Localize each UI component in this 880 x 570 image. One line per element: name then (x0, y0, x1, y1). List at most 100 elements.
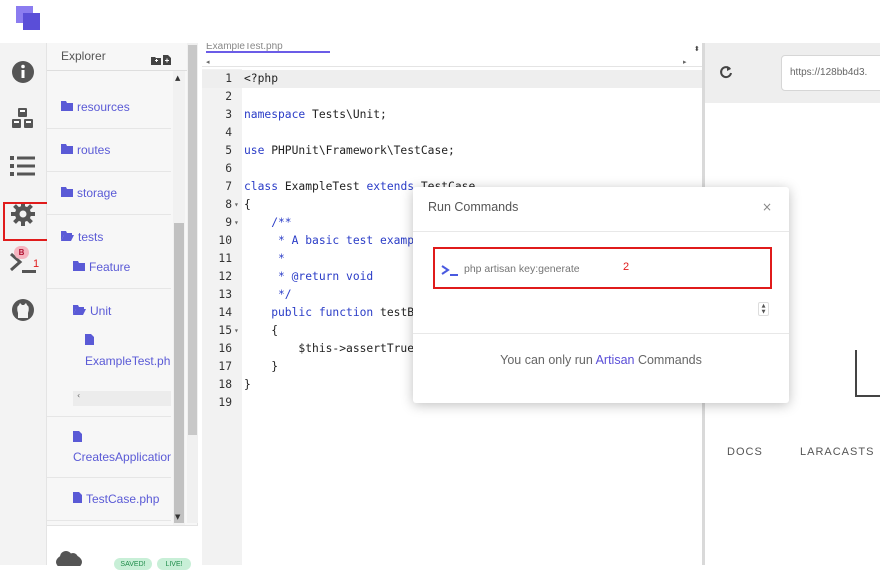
folder-icon (61, 186, 73, 200)
tree-item-testcase[interactable]: TestCase.php (47, 478, 171, 521)
explorer-panel: Explorer resources routes storage tests … (47, 43, 198, 565)
tree-item-exampletest[interactable]: ExampleTest.php (85, 334, 171, 384)
annotation-2: 2 (623, 261, 630, 273)
tree-item-label: ExampleTest.php (85, 354, 171, 368)
list-icon[interactable] (8, 151, 38, 181)
scroll-up-arrow[interactable]: ▲ (175, 74, 180, 82)
terminal-highlight (3, 202, 52, 241)
file-icon (73, 492, 82, 506)
code-line[interactable]: 4 (202, 124, 702, 142)
code-text: * A basic test example. (244, 234, 435, 247)
fold-toggle-icon[interactable]: ▾ (234, 214, 239, 232)
github-icon[interactable] (8, 295, 38, 325)
hscroll-left[interactable]: ‹ (73, 391, 171, 406)
preview-link-docs[interactable]: DOCS (727, 446, 763, 458)
top-bar (0, 0, 880, 43)
folder-open-icon (61, 230, 74, 244)
code-text: } (244, 378, 251, 391)
line-number: 15 (218, 324, 232, 337)
code-line[interactable]: 2 (202, 88, 702, 106)
explorer-scroll-thumb[interactable] (174, 223, 184, 523)
line-number: 12 (218, 270, 232, 283)
code-line[interactable]: 5 use PHPUnit\Framework\TestCase; (202, 142, 702, 160)
preview-url[interactable]: https://128bb4d3. (781, 55, 880, 91)
code-line[interactable]: 6 (202, 160, 702, 178)
fold-toggle-icon[interactable]: ▾ (234, 196, 239, 214)
folder-open-icon (73, 304, 86, 318)
activity-bar (0, 43, 47, 565)
file-icon (73, 431, 171, 445)
code-text: */ (244, 288, 292, 301)
tree-item-unit[interactable]: Unit (47, 289, 171, 332)
tree-item-createsapplication[interactable]: CreatesApplication.php (73, 431, 171, 471)
tree-item-label: Unit (90, 303, 112, 318)
tree-item-storage[interactable]: storage (47, 172, 171, 215)
info-icon[interactable] (8, 57, 38, 87)
editor-tabs: ExampleTest.php ◂ ▸ ⬍ (202, 43, 702, 67)
line-number: 6 (225, 162, 232, 175)
new-file-icon[interactable] (163, 50, 171, 69)
tree-item-label: Feature (89, 260, 131, 274)
folder-icon (61, 100, 73, 114)
tree-item-label: resources (77, 100, 130, 114)
tree-item-label: TestCase.php (86, 492, 160, 506)
fold-toggle-icon[interactable]: ▾ (234, 322, 239, 340)
line-number: 10 (218, 234, 232, 247)
prompt-icon (441, 262, 459, 281)
modal-title: Run Commands (428, 200, 519, 214)
tree-item-label: routes (77, 143, 111, 157)
line-number: 3 (225, 108, 232, 121)
tree-item-label: tests (78, 229, 104, 244)
explorer-header: Explorer (47, 43, 198, 71)
line-number: 16 (218, 342, 232, 355)
folder-icon (73, 260, 85, 274)
scroll-down-arrow[interactable]: ▼ (175, 513, 180, 521)
refresh-icon[interactable] (719, 64, 733, 83)
command-box: 2 (433, 247, 772, 289)
tab-exampletest[interactable]: ExampleTest.php (206, 43, 330, 53)
line-number: 11 (218, 252, 232, 265)
status-footer: SAVED! LIVE! (47, 525, 198, 570)
panel-divider-thumb[interactable] (188, 45, 197, 435)
cloud-icon (55, 550, 83, 570)
code-text: <?php (244, 72, 279, 85)
line-number: 14 (218, 306, 232, 319)
app-logo[interactable] (16, 6, 42, 32)
close-icon[interactable]: × (762, 200, 772, 214)
split-toggle-icon[interactable]: ⬍ (694, 45, 700, 53)
cubes-icon[interactable] (8, 104, 38, 134)
code-line[interactable]: 3 namespace Tests\Unit; (202, 106, 702, 124)
tree-item-resources[interactable]: resources (47, 86, 171, 129)
preview-link-laracasts[interactable]: LARACASTS (800, 446, 874, 458)
stepper-icon[interactable]: ▲ ▼ (758, 302, 769, 316)
folder-icon (61, 143, 73, 157)
line-number: 19 (218, 396, 232, 409)
tab-scroll-right[interactable]: ▸ (683, 58, 687, 66)
line-number: 13 (218, 288, 232, 301)
code-line[interactable]: 1 <?php (202, 70, 702, 88)
line-number: 17 (218, 360, 232, 373)
tab-scroll-left[interactable]: ◂ (206, 58, 210, 66)
notification-badge: B (14, 246, 29, 259)
command-input[interactable] (464, 263, 634, 275)
new-folder-icon[interactable] (151, 50, 161, 69)
code-text: * @return void (244, 270, 374, 283)
tree-item-routes[interactable]: routes (47, 129, 171, 172)
modal-footer-text: You can only run Artisan Commands (500, 353, 702, 367)
code-text: } (244, 360, 279, 373)
code-text: namespace Tests\Unit; (244, 108, 387, 121)
line-number: 2 (225, 90, 232, 103)
annotation-1: 1 (33, 258, 40, 270)
preview-toolbar: https://128bb4d3. (705, 43, 880, 103)
tree-item-feature[interactable]: Feature (47, 246, 171, 289)
live-badge: LIVE! (157, 558, 191, 570)
saved-badge: SAVED! (114, 558, 152, 570)
code-text: * (244, 252, 285, 265)
line-number: 8 (225, 198, 232, 211)
line-number: 4 (225, 126, 232, 139)
line-number: 1 (225, 72, 232, 85)
code-text: use PHPUnit\Framework\TestCase; (244, 144, 455, 157)
line-number: 18 (218, 378, 232, 391)
code-text: { (244, 198, 251, 211)
line-number: 5 (225, 144, 232, 157)
